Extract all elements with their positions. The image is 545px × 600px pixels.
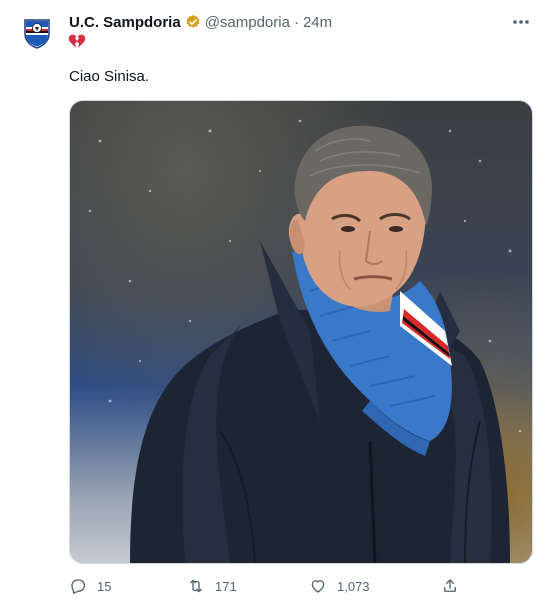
tweet-header: U.C. Sampdoria @sampdoria · 24m [69,12,332,32]
tweet-text: Ciao Sinisa. [69,68,150,85]
tweet-photo[interactable] [69,100,533,564]
share-icon [444,579,456,592]
heart-icon [311,580,325,593]
like-button[interactable]: 1,073 [309,574,370,598]
reply-count: 15 [97,578,112,594]
author-avatar[interactable] [20,16,54,50]
broken-heart-icon [68,34,86,50]
sampdoria-crest-icon [24,19,50,49]
verified-badge-icon [185,14,201,30]
reply-button[interactable]: 15 [69,574,111,598]
author-handle[interactable]: @sampdoria [205,14,290,31]
coach-portrait-illustration [88,119,522,563]
retweet-button[interactable]: 171 [187,574,237,598]
separator-dot: · [293,13,299,31]
retweet-icon [190,579,202,593]
tweet-timestamp[interactable]: 24m [303,14,332,31]
more-options-button[interactable] [511,12,531,32]
retweet-count: 171 [215,578,237,594]
tweet-actions: 15 171 1,073 [69,574,469,598]
more-dots-icon [513,20,529,24]
tweet[interactable]: U.C. Sampdoria @sampdoria · 24m Ciao Sin… [0,0,545,600]
reply-icon [71,579,86,594]
like-count: 1,073 [337,578,370,594]
author-name[interactable]: U.C. Sampdoria [69,14,181,31]
share-button[interactable] [441,574,469,598]
